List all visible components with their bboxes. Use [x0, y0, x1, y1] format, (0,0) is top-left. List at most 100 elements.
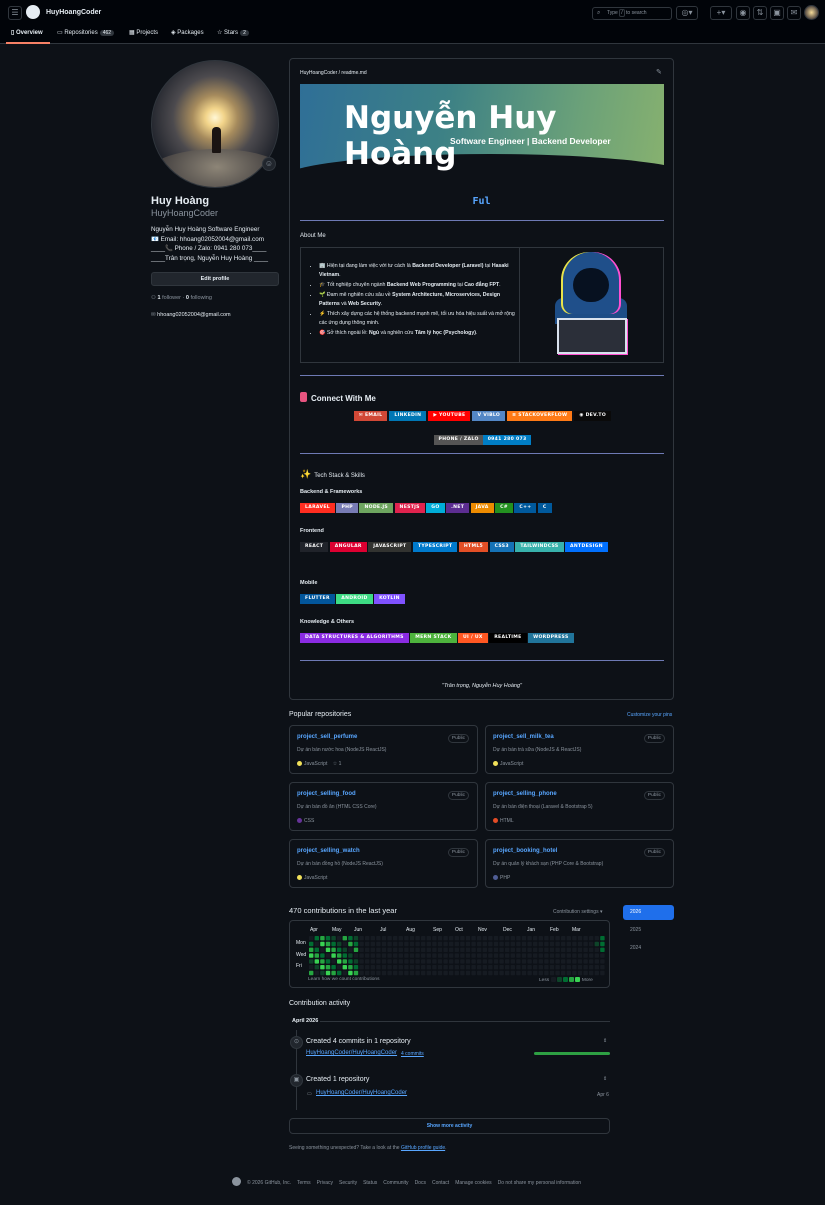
- contribution-cell[interactable]: [549, 959, 555, 964]
- repo-name-link[interactable]: project_selling_phone: [493, 791, 557, 797]
- contribution-cell[interactable]: [493, 936, 499, 941]
- contribution-cell[interactable]: [432, 936, 437, 941]
- contribution-cell[interactable]: [309, 953, 314, 958]
- contribution-cell[interactable]: [533, 947, 538, 952]
- contribution-cell[interactable]: [381, 970, 387, 976]
- contribution-cell[interactable]: [477, 936, 482, 941]
- skill-badge[interactable]: WORDPRESS: [528, 633, 574, 643]
- contribution-cell[interactable]: [527, 941, 532, 947]
- footer-link[interactable]: Privacy: [317, 1180, 333, 1186]
- contribution-cell[interactable]: [415, 936, 420, 941]
- edit-profile-button[interactable]: Edit profile: [151, 272, 279, 286]
- contribution-cell[interactable]: [555, 936, 560, 941]
- contribution-cell[interactable]: [325, 965, 331, 970]
- contribution-cell[interactable]: [521, 941, 527, 947]
- skill-badge[interactable]: C++: [514, 503, 537, 513]
- contribution-cell[interactable]: [376, 970, 381, 976]
- contribution-cell[interactable]: [359, 941, 364, 947]
- contribution-cell[interactable]: [594, 959, 599, 964]
- contribution-cell[interactable]: [465, 965, 471, 970]
- contribution-cell[interactable]: [566, 959, 571, 964]
- contribution-cell[interactable]: [561, 959, 566, 964]
- contribution-cell[interactable]: [376, 953, 381, 958]
- contribution-cell[interactable]: [477, 965, 482, 970]
- contribution-cell[interactable]: [404, 970, 409, 976]
- contribution-cell[interactable]: [426, 936, 431, 941]
- contribution-cell[interactable]: [387, 941, 392, 947]
- contribution-cell[interactable]: [499, 953, 504, 958]
- contribution-cell[interactable]: [409, 941, 415, 947]
- skill-badge[interactable]: JAVA: [470, 503, 494, 513]
- star-count[interactable]: ☆ 1: [331, 761, 342, 767]
- contribution-cell[interactable]: [516, 959, 521, 964]
- contribution-cell[interactable]: [460, 941, 465, 947]
- contribution-cell[interactable]: [454, 941, 459, 947]
- contribution-cell[interactable]: [353, 936, 359, 941]
- connect-badge[interactable]: ▶ YOUTUBE: [428, 411, 471, 421]
- contribution-cell[interactable]: [443, 953, 448, 958]
- contribution-cell[interactable]: [370, 953, 375, 958]
- contribution-cell[interactable]: [376, 965, 381, 970]
- contribution-cell[interactable]: [398, 953, 403, 958]
- contribution-cell[interactable]: [437, 953, 443, 958]
- contribution-cell[interactable]: [331, 970, 336, 976]
- contribution-cell[interactable]: [538, 947, 543, 952]
- contribution-cell[interactable]: [381, 947, 387, 952]
- skill-badge[interactable]: PHP: [336, 503, 358, 513]
- skill-badge[interactable]: JAVASCRIPT: [368, 542, 412, 552]
- contribution-cell[interactable]: [589, 953, 594, 958]
- contribution-cell[interactable]: [365, 965, 370, 970]
- contribution-cell[interactable]: [409, 947, 415, 952]
- show-more-activity-button[interactable]: Show more activity: [289, 1118, 610, 1134]
- contribution-cell[interactable]: [314, 959, 319, 964]
- tab-projects[interactable]: ▦ Projects: [129, 27, 158, 44]
- contribution-cell[interactable]: [370, 965, 375, 970]
- contribution-cell[interactable]: [465, 936, 471, 941]
- contribution-cell[interactable]: [381, 965, 387, 970]
- contribution-cell[interactable]: [404, 947, 409, 952]
- contribution-cell[interactable]: [561, 970, 566, 976]
- skill-badge[interactable]: ANDROID: [336, 594, 373, 604]
- contribution-cell[interactable]: [454, 970, 459, 976]
- contribution-cell[interactable]: [342, 936, 347, 941]
- contribution-cell[interactable]: [393, 941, 398, 947]
- skill-badge[interactable]: HTML5: [458, 542, 489, 552]
- contribution-cell[interactable]: [493, 965, 499, 970]
- contribution-cell[interactable]: [465, 947, 471, 952]
- contribution-cell[interactable]: [538, 959, 543, 964]
- contribution-cell[interactable]: [370, 970, 375, 976]
- contribution-cell[interactable]: [353, 953, 359, 958]
- contribution-cell[interactable]: [314, 936, 319, 941]
- contribution-cell[interactable]: [505, 970, 510, 976]
- contribution-cell[interactable]: [589, 936, 594, 941]
- contribution-cell[interactable]: [415, 953, 420, 958]
- contribution-cell[interactable]: [342, 970, 347, 976]
- contribution-cell[interactable]: [353, 970, 359, 976]
- contribution-cell[interactable]: [359, 970, 364, 976]
- skill-badge[interactable]: REACT: [300, 542, 329, 552]
- contribution-cell[interactable]: [342, 959, 347, 964]
- skill-badge[interactable]: TAILWINDCSS: [515, 542, 564, 552]
- contribution-cell[interactable]: [527, 970, 532, 976]
- skill-badge[interactable]: TYPESCRIPT: [412, 542, 458, 552]
- activity-repo-link[interactable]: HuyHoangCoder/HuyHoangCoder: [306, 1050, 397, 1056]
- contribution-cell[interactable]: [309, 965, 314, 970]
- contribution-cell[interactable]: [309, 959, 314, 964]
- contribution-cell[interactable]: [521, 936, 527, 941]
- contribution-cell[interactable]: [533, 959, 538, 964]
- contribution-cell[interactable]: [421, 965, 426, 970]
- contribution-cell[interactable]: [443, 959, 448, 964]
- contribution-cell[interactable]: [555, 947, 560, 952]
- contribution-cell[interactable]: [365, 941, 370, 947]
- contribution-cell[interactable]: [409, 965, 415, 970]
- contribution-cell[interactable]: [342, 947, 347, 952]
- search-input[interactable]: ⌕ Type / to search: [592, 7, 672, 20]
- github-logo-icon[interactable]: [26, 5, 40, 19]
- contribution-cell[interactable]: [331, 965, 336, 970]
- contribution-cell[interactable]: [488, 936, 493, 941]
- skill-badge[interactable]: DATA STRUCTURES & ALGORITHMS: [300, 633, 409, 643]
- contribution-cell[interactable]: [555, 959, 560, 964]
- menu-icon[interactable]: ☰: [8, 6, 22, 20]
- contribution-cell[interactable]: [381, 953, 387, 958]
- contribution-cell[interactable]: [449, 965, 454, 970]
